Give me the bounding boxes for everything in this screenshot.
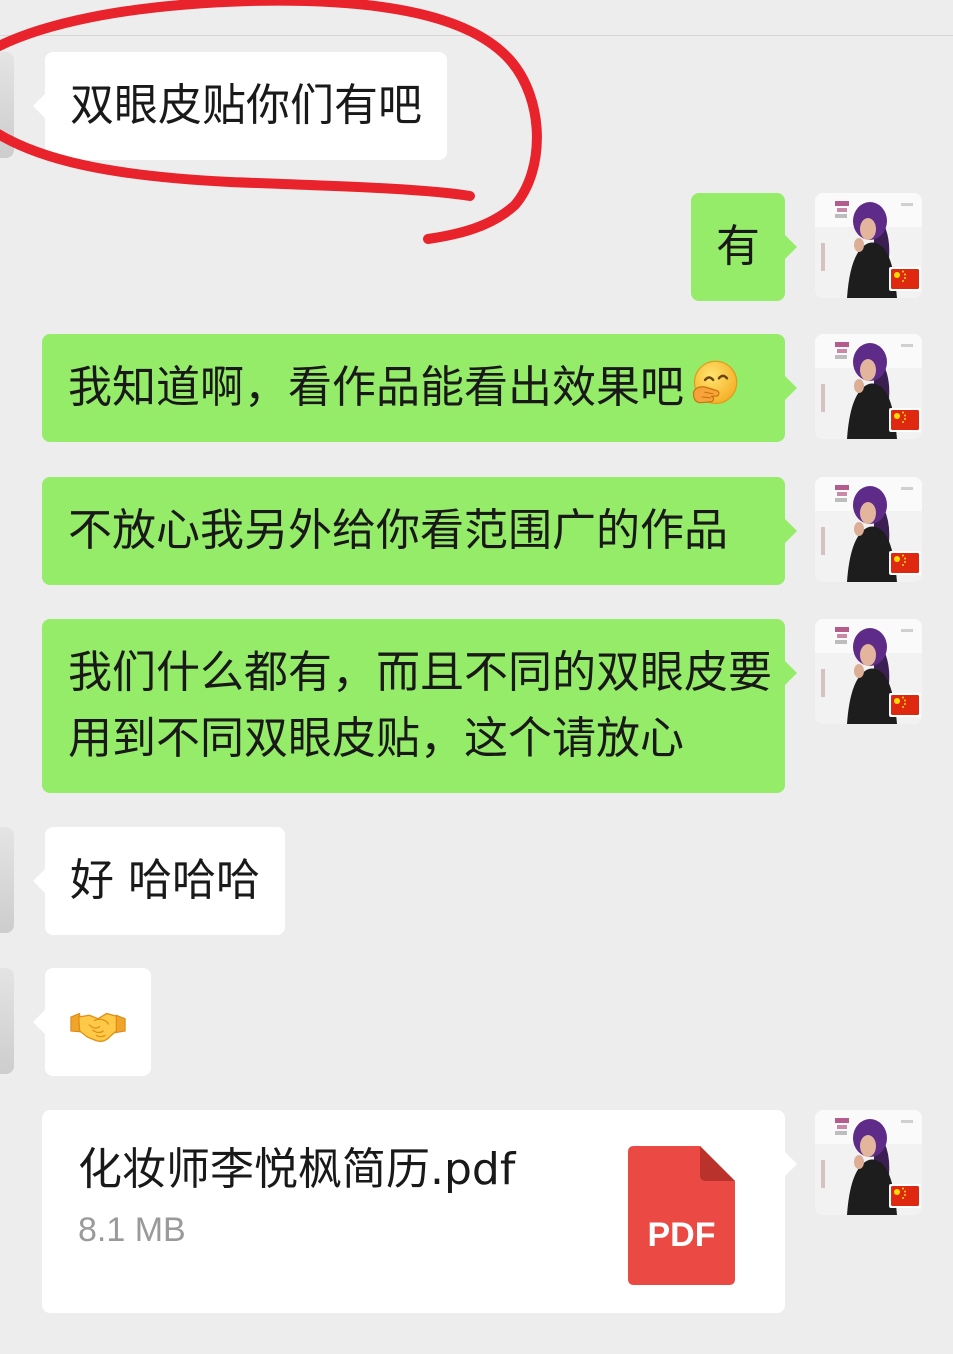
message-text: 有 xyxy=(716,221,760,272)
message-text-line: 用到不同双眼皮贴，这个请放心 xyxy=(68,713,684,764)
avatar-photo xyxy=(815,193,922,298)
message-bubble-received: 双眼皮贴你们有吧 xyxy=(33,52,447,160)
top-divider xyxy=(0,35,953,36)
pdf-icon-label: PDF xyxy=(648,1216,716,1254)
file-size: 8.1 MB xyxy=(78,1211,186,1249)
avatar-me[interactable] xyxy=(815,1110,922,1215)
avatar-photo xyxy=(815,334,922,439)
message-bubble-sent: 不放心我另外给你看范围广的作品 xyxy=(42,477,797,585)
avatar-me[interactable] xyxy=(815,334,922,439)
avatar-photo xyxy=(815,619,922,724)
message-bubble-sent: 我知道啊，看作品能看出效果吧 xyxy=(42,334,797,442)
avatar-contact[interactable] xyxy=(0,52,14,158)
avatar-me[interactable] xyxy=(815,619,922,724)
avatar-contact[interactable] xyxy=(0,827,14,933)
avatar-me[interactable] xyxy=(815,193,922,298)
file-name: 化妆师李悦枫简历.pdf xyxy=(78,1144,516,1195)
avatar-me[interactable] xyxy=(815,477,922,582)
pdf-icon-fold xyxy=(700,1146,735,1181)
chat-screen: 双眼皮贴你们有吧 有 我知道啊，看作品能看出效果吧 不放心我另外给你看范围广的作… xyxy=(0,0,953,1354)
avatar-photo xyxy=(815,477,922,582)
face-with-hand-over-mouth-emoji-icon xyxy=(692,360,738,405)
message-bubble-received xyxy=(33,968,151,1076)
handshake-emoji-icon xyxy=(70,1012,126,1042)
message-bubble-received: 好 哈哈哈 xyxy=(33,827,285,935)
file-message-card[interactable]: 化妆师李悦枫简历.pdf 8.1 MB PDF xyxy=(42,1110,797,1313)
message-text-line: 我们什么都有，而且不同的双眼皮要 xyxy=(68,647,772,698)
avatar-photo xyxy=(815,1110,922,1215)
message-text: 好 哈哈哈 xyxy=(70,855,260,906)
message-text: 双眼皮贴你们有吧 xyxy=(70,80,422,131)
message-bubble-sent: 有 xyxy=(691,193,797,301)
message-bubble-sent: 我们什么都有，而且不同的双眼皮要 用到不同双眼皮贴，这个请放心 xyxy=(42,619,797,793)
avatar-contact[interactable] xyxy=(0,968,14,1074)
pdf-file-icon: PDF xyxy=(628,1146,735,1285)
message-text: 我知道啊，看作品能看出效果吧 xyxy=(68,362,684,413)
message-text: 不放心我另外给你看范围广的作品 xyxy=(68,505,728,556)
